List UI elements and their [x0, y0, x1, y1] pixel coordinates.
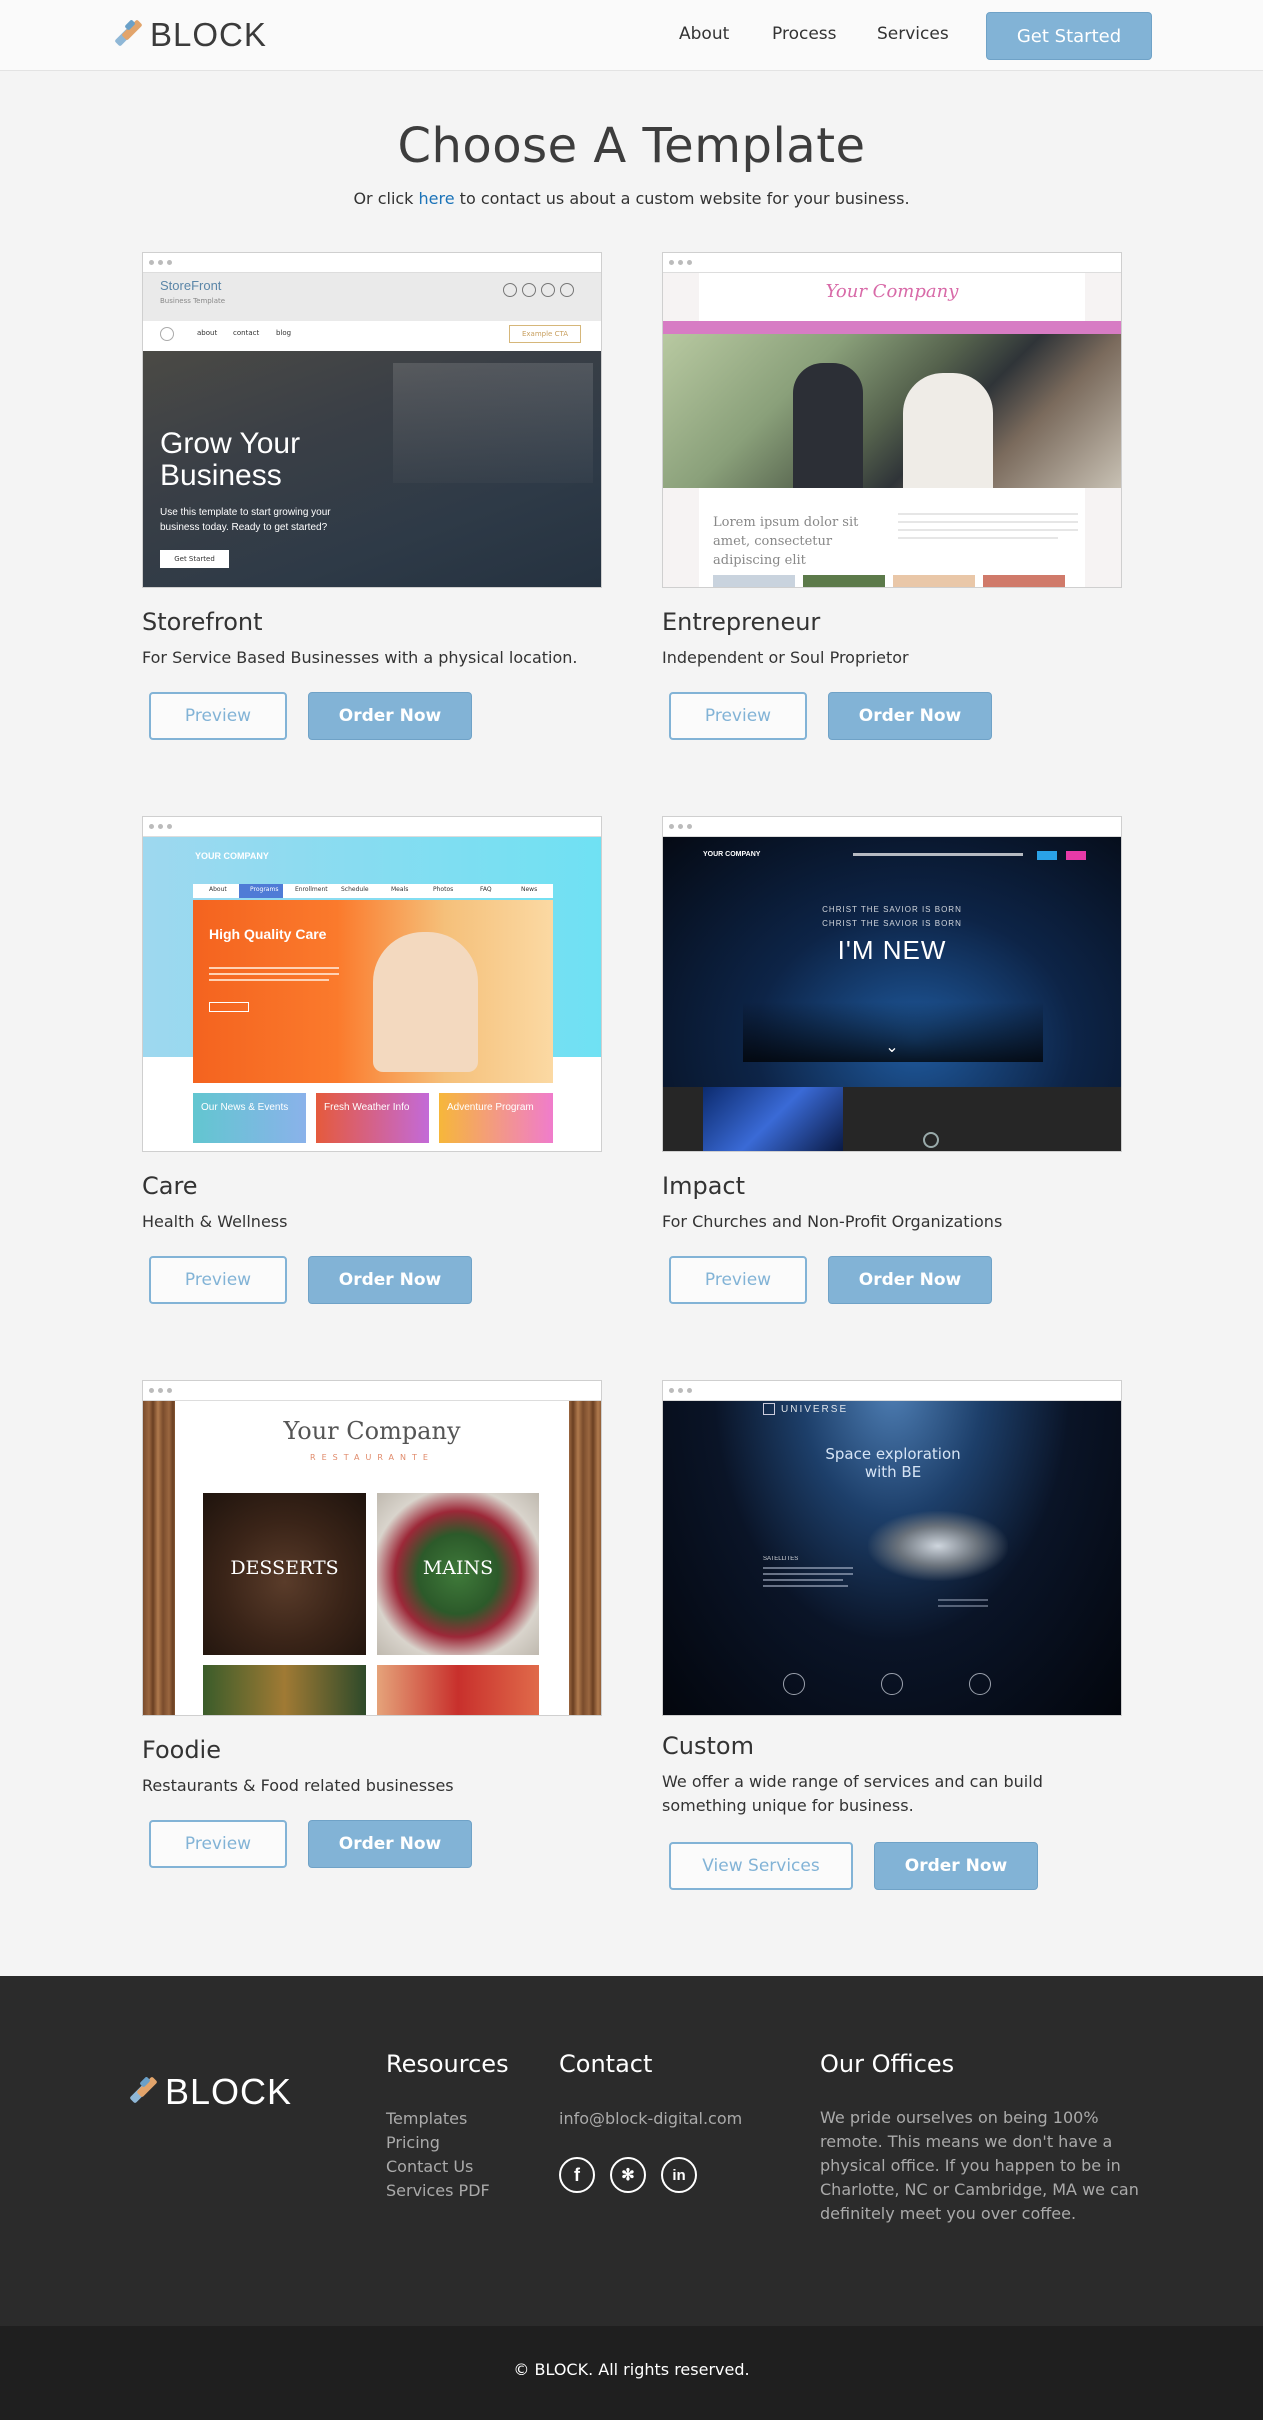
template-name: Care [142, 1172, 198, 1200]
footer-link-templates[interactable]: Templates [386, 2107, 467, 2131]
thumb-brand: Your Company [283, 1417, 461, 1445]
template-name: Impact [662, 1172, 746, 1200]
thumb-heading: I'M NEW [837, 935, 947, 965]
contact-email-link[interactable]: info@block-digital.com [559, 2107, 742, 2131]
template-thumbnail[interactable]: YOUR COMPANY About Programs Enrollment S… [142, 816, 602, 1152]
thumb-brand: StoreFront [160, 278, 222, 293]
template-description: Independent or Soul Proprietor [662, 648, 909, 667]
template-description: We offer a wide range of services and ca… [662, 1772, 1043, 1815]
view-services-button[interactable]: View Services [669, 1842, 853, 1890]
offices-heading: Our Offices [820, 2050, 955, 2078]
browser-bar [143, 1381, 601, 1401]
template-name: Entrepreneur [662, 608, 821, 636]
site-footer: BLOCK Resources Templates Pricing Contac… [0, 1976, 1263, 2326]
order-now-button[interactable]: Order Now [308, 692, 472, 740]
footer-link-contact-us[interactable]: Contact Us [386, 2155, 473, 2179]
browser-bar [143, 817, 601, 837]
thumb-brand: YOUR COMPANY [195, 851, 269, 861]
facebook-icon[interactable]: f [559, 2157, 595, 2193]
template-description: Restaurants & Food related businesses [142, 1776, 454, 1795]
template-thumbnail[interactable]: UNIVERSE Space exploration with BE SATEL… [662, 1380, 1122, 1716]
nav-services[interactable]: Services [877, 24, 949, 44]
preview-button[interactable]: Preview [149, 1256, 287, 1304]
browser-bar [663, 817, 1121, 837]
logo-text: BLOCK [150, 16, 267, 53]
nav-process[interactable]: Process [772, 24, 837, 44]
browser-bar [663, 1381, 1121, 1401]
header-logo[interactable]: BLOCK [112, 16, 267, 54]
thumb-heading: Space exploration with BE [825, 1445, 961, 1481]
order-now-button[interactable]: Order Now [308, 1256, 472, 1304]
preview-button[interactable]: Preview [669, 692, 807, 740]
block-logo-icon [127, 2076, 158, 2107]
subtitle-pre: Or click [353, 189, 419, 208]
template-card-foodie: Your Company RESTAURANTE DESSERTS MAINS … [142, 1380, 602, 1868]
offices-text: We pride ourselves on being 100% remote.… [820, 2108, 1139, 2223]
yelp-icon[interactable]: ✻ [610, 2157, 646, 2193]
template-thumbnail[interactable]: Your Company Lorem ipsum dolor sit amet,… [662, 252, 1122, 588]
template-card-custom: UNIVERSE Space exploration with BE SATEL… [662, 1380, 1122, 1890]
preview-button[interactable]: Preview [669, 1256, 807, 1304]
logo-text: BLOCK [165, 2071, 293, 2112]
template-thumbnail[interactable]: YOUR COMPANY CHRIST THE SAVIOR IS BORN C… [662, 816, 1122, 1152]
scroll-down-icon: ⌄ [885, 1039, 899, 1056]
template-card-entrepreneur: Your Company Lorem ipsum dolor sit amet,… [662, 252, 1122, 740]
template-name: Custom [662, 1732, 754, 1760]
order-now-button[interactable]: Order Now [308, 1820, 472, 1868]
order-now-button[interactable]: Order Now [828, 1256, 992, 1304]
template-description: For Churches and Non-Profit Organization… [662, 1212, 1003, 1231]
template-thumbnail[interactable]: Your Company RESTAURANTE DESSERTS MAINS [142, 1380, 602, 1716]
template-thumbnail[interactable]: StoreFront Business Template about conta… [142, 252, 602, 588]
thumb-heading: Grow Your Business [160, 427, 301, 492]
thumb-brand: YOUR COMPANY [703, 851, 761, 858]
page-subtitle: Or click here to contact us about a cust… [0, 189, 1263, 208]
contact-here-link[interactable]: here [419, 189, 455, 208]
thumb-tagline: Business Template [160, 297, 226, 305]
template-name: Storefront [142, 608, 263, 636]
template-card-storefront: StoreFront Business Template about conta… [142, 252, 602, 740]
contact-heading: Contact [559, 2050, 653, 2078]
resources-heading: Resources [386, 2050, 509, 2078]
copyright: © BLOCK. All rights reserved. [0, 2326, 1263, 2420]
order-now-button[interactable]: Order Now [828, 692, 992, 740]
site-header: BLOCK About Process Services Get Started [0, 0, 1263, 71]
preview-button[interactable]: Preview [149, 1820, 287, 1868]
browser-bar [143, 253, 601, 273]
preview-button[interactable]: Preview [149, 692, 287, 740]
order-now-button[interactable]: Order Now [874, 1842, 1038, 1890]
subtitle-post: to contact us about a custom website for… [454, 189, 910, 208]
template-card-impact: YOUR COMPANY CHRIST THE SAVIOR IS BORN C… [662, 816, 1122, 1304]
template-description: Health & Wellness [142, 1212, 288, 1231]
thumb-brand: Your Company [825, 281, 959, 302]
template-card-care: YOUR COMPANY About Programs Enrollment S… [142, 816, 602, 1304]
template-name: Foodie [142, 1736, 221, 1764]
footer-logo[interactable]: BLOCK [127, 2071, 292, 2113]
template-description: For Service Based Businesses with a phys… [142, 648, 578, 667]
page-title: Choose A Template [397, 118, 866, 174]
get-started-button[interactable]: Get Started [986, 12, 1152, 60]
thumb-brand: UNIVERSE [781, 1404, 849, 1415]
block-logo-icon [112, 19, 143, 50]
footer-link-services-pdf[interactable]: Services PDF [386, 2179, 490, 2203]
footer-link-pricing[interactable]: Pricing [386, 2131, 440, 2155]
linkedin-icon[interactable]: in [661, 2157, 697, 2193]
browser-bar [663, 253, 1121, 273]
nav-about[interactable]: About [679, 24, 729, 44]
